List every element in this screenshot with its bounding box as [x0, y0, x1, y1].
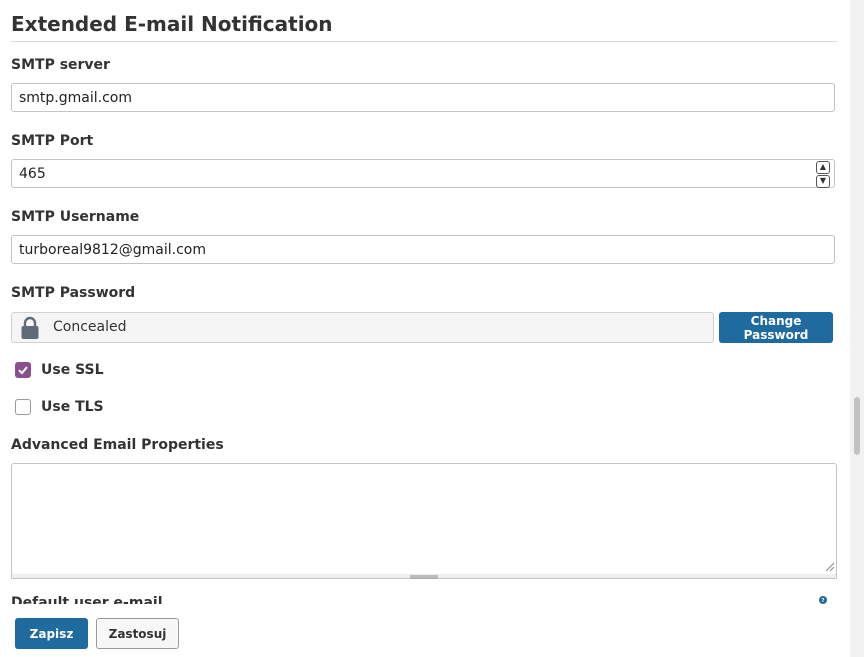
port-stepper[interactable]: ▲ ▼ — [816, 161, 830, 188]
password-concealed-field: Concealed — [11, 312, 714, 343]
change-password-button[interactable]: Change Password — [719, 312, 833, 343]
use-ssl-checkbox[interactable] — [15, 362, 31, 378]
apply-button[interactable]: Zastosuj — [96, 618, 179, 649]
title-divider — [11, 41, 837, 42]
settings-panel: Extended E-mail Notification SMTP server… — [0, 0, 850, 657]
smtp-server-input[interactable] — [11, 83, 835, 112]
section-title: Extended E-mail Notification — [11, 12, 333, 36]
use-tls-label[interactable]: Use TLS — [41, 399, 104, 415]
page-scrollbar[interactable] — [850, 0, 864, 657]
default-suffix-label: Default user e-mail suffix — [11, 596, 163, 604]
scrollbar-thumb[interactable] — [854, 397, 860, 455]
smtp-port-input[interactable] — [11, 159, 835, 188]
form-footer: Zapisz Zastosuj — [0, 604, 850, 657]
smtp-server-label: SMTP server — [11, 57, 110, 73]
resize-grip-icon[interactable] — [823, 560, 835, 572]
use-ssl-label[interactable]: Use SSL — [41, 362, 104, 378]
stepper-up-icon[interactable]: ▲ — [816, 161, 830, 174]
advanced-properties-label: Advanced Email Properties — [11, 437, 224, 453]
smtp-port-label: SMTP Port — [11, 133, 94, 149]
check-icon — [18, 366, 28, 375]
help-icon[interactable]: ? — [815, 596, 831, 604]
password-status-text: Concealed — [53, 319, 127, 335]
lock-icon — [21, 316, 39, 339]
use-tls-checkbox[interactable] — [15, 399, 31, 415]
smtp-username-input[interactable] — [11, 235, 835, 264]
smtp-username-label: SMTP Username — [11, 209, 140, 225]
save-button[interactable]: Zapisz — [15, 618, 88, 649]
advanced-properties-textarea[interactable] — [11, 463, 837, 575]
stepper-down-icon[interactable]: ▼ — [816, 175, 830, 188]
drag-handle-icon[interactable] — [410, 575, 438, 579]
smtp-password-label: SMTP Password — [11, 285, 136, 301]
